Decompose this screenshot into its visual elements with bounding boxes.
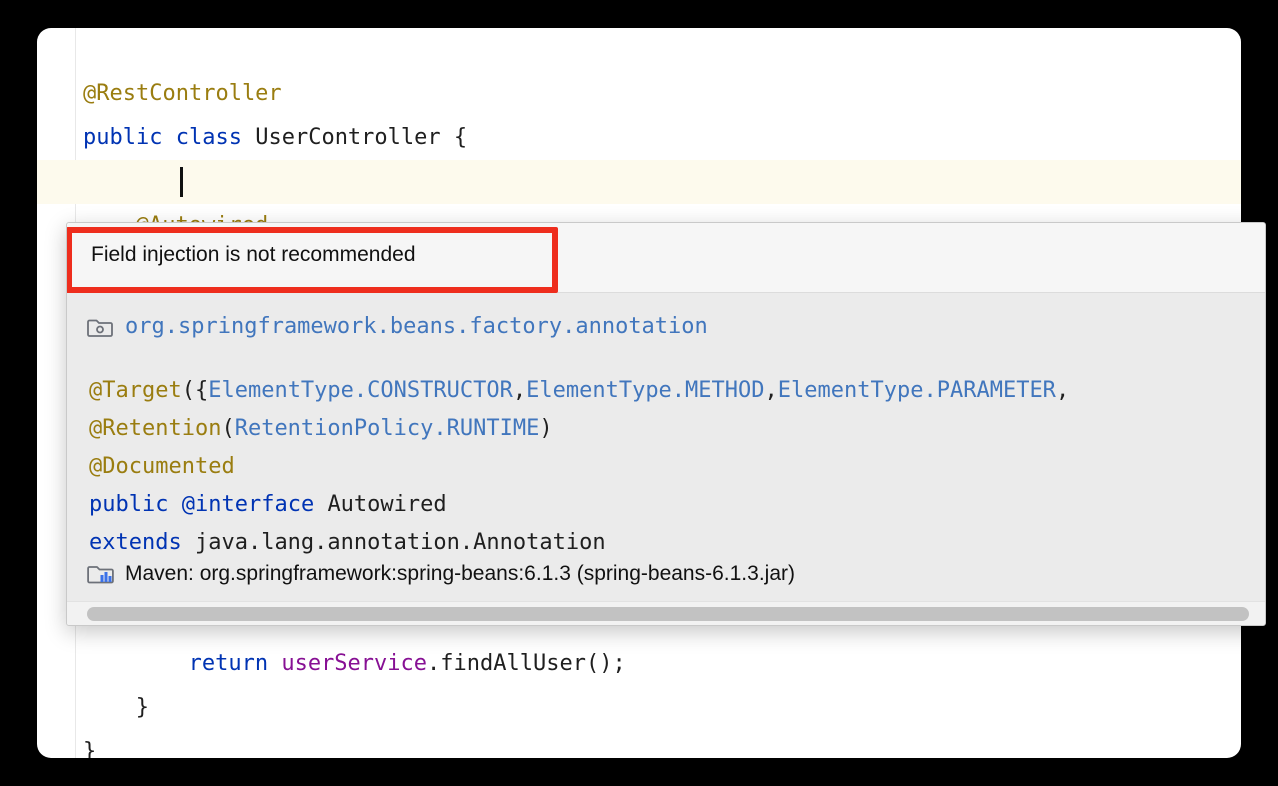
signature-token: , xyxy=(1055,378,1070,403)
signature-token: ) xyxy=(539,416,553,441)
signature-token xyxy=(314,492,327,517)
maven-row: Maven: org.springframework:spring-beans:… xyxy=(87,562,795,586)
code-token: return xyxy=(188,651,269,676)
signature-token xyxy=(168,492,181,517)
signature-token: ElementType.CONSTRUCTOR xyxy=(208,378,513,403)
signature-token: ({ xyxy=(181,378,209,403)
signature-token xyxy=(182,530,195,555)
code-token: public xyxy=(83,125,163,150)
popup-horizontal-scrollbar[interactable] xyxy=(67,601,1265,625)
screenshot-root: @RestController public class UserControll… xyxy=(0,0,1278,786)
code-line[interactable]: @RestController xyxy=(83,72,282,116)
signature-token: Autowired xyxy=(327,492,447,517)
signature-token: extends xyxy=(89,530,182,555)
signature-token: , xyxy=(764,378,778,403)
signature-line: @Documented xyxy=(89,448,1069,486)
code-token: { xyxy=(440,125,468,150)
package-name: org.springframework.beans.factory.annota… xyxy=(125,314,708,339)
signature-line: public @interface Autowired xyxy=(89,486,1069,524)
code-token: @RestController xyxy=(83,81,282,106)
code-token: UserController xyxy=(255,125,441,150)
signature-line: extends java.lang.annotation.Annotation xyxy=(89,524,1069,562)
popup-body: org.springframework.beans.factory.annota… xyxy=(67,294,1265,604)
signature-token: , xyxy=(512,378,527,403)
code-token: userService xyxy=(281,651,428,676)
code-line[interactable]: return userService.findAllUser(); xyxy=(189,642,626,686)
maven-coordinates: Maven: org.springframework:spring-beans:… xyxy=(125,562,795,585)
signature-line: @Target({ElementType.CONSTRUCTOR,Element… xyxy=(89,372,1069,410)
text-caret xyxy=(180,167,184,197)
signature-token: public xyxy=(89,492,169,517)
code-line[interactable]: } xyxy=(83,730,96,758)
signature-line: @Retention(RetentionPolicy.RUNTIME) xyxy=(89,410,1069,448)
current-line-highlight xyxy=(37,160,1241,204)
package-folder-icon xyxy=(87,315,113,339)
scrollbar-thumb[interactable] xyxy=(87,607,1249,621)
popup-header: Field injection is not recommended xyxy=(67,223,1265,293)
code-token: } xyxy=(83,739,97,758)
signature-token: ElementType.METHOD xyxy=(526,378,765,403)
code-token: .findAllUser(); xyxy=(427,651,626,676)
code-line[interactable]: } xyxy=(136,686,149,730)
code-token: class xyxy=(175,125,242,150)
signature-token: @interface xyxy=(181,492,315,517)
code-line[interactable]: public class UserController { xyxy=(83,116,467,160)
signature-token: ( xyxy=(221,416,235,441)
signature-token: RetentionPolicy.RUNTIME xyxy=(234,416,540,441)
signature-token: @Retention xyxy=(89,416,222,441)
signature-token: @Target xyxy=(89,378,182,403)
signature-token: java.lang.annotation.Annotation xyxy=(194,530,606,555)
signature-token: @Documented xyxy=(89,454,235,479)
code-token: } xyxy=(135,695,150,720)
maven-library-icon xyxy=(87,562,115,586)
documentation-popup[interactable]: Field injection is not recommended org.s… xyxy=(66,222,1266,626)
package-row: org.springframework.beans.factory.annota… xyxy=(87,314,708,339)
signature-code-block: @Target({ElementType.CONSTRUCTOR,Element… xyxy=(89,372,1069,562)
signature-token: ElementType.PARAMETER xyxy=(777,378,1056,403)
inspection-message: Field injection is not recommended xyxy=(91,243,416,266)
